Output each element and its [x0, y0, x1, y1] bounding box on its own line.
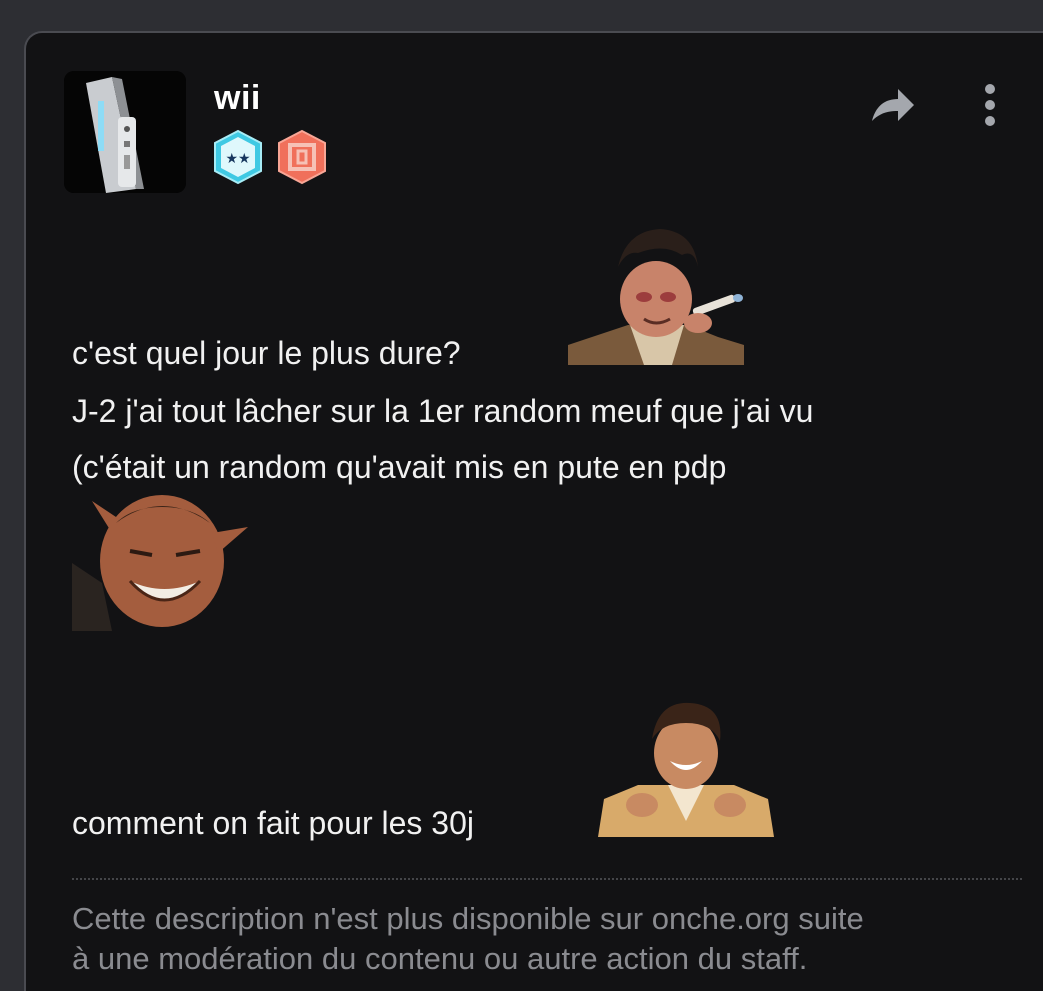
wii-console-avatar-icon [64, 71, 186, 193]
post-line: comment on fait pour les 30j [72, 805, 474, 841]
square-glyph-badge-icon [278, 129, 326, 185]
username[interactable]: wii [214, 79, 261, 118]
vertical-dots-icon [985, 84, 995, 126]
post-line: J-2 j'ai tout lâcher sur la 1er random m… [72, 393, 814, 429]
moderation-notice-line: Cette description n'est plus disponible … [72, 901, 864, 936]
divider [72, 878, 1022, 880]
post-card: wii ★★ c'est quel jour le plus dure? J-2… [24, 31, 1043, 991]
more-options-button[interactable] [976, 81, 1004, 129]
smoking-man-sticker [568, 229, 744, 365]
share-button[interactable] [868, 83, 918, 127]
moderation-notice-line: à une modération du contenu ou autre act… [72, 941, 808, 976]
svg-text:★★: ★★ [225, 151, 250, 167]
badges: ★★ [212, 129, 328, 185]
devil-grin-sticker [72, 495, 248, 631]
post-line: (c'était un random qu'avait mis en pute … [72, 449, 727, 485]
share-arrow-icon [872, 89, 914, 121]
post-line: c'est quel jour le plus dure? [72, 335, 461, 371]
avatar[interactable] [64, 71, 186, 193]
two-stars-badge-icon: ★★ [214, 129, 262, 185]
laughing-man-sticker [598, 702, 774, 837]
moderation-notice: Cette description n'est plus disponible … [72, 899, 1032, 979]
